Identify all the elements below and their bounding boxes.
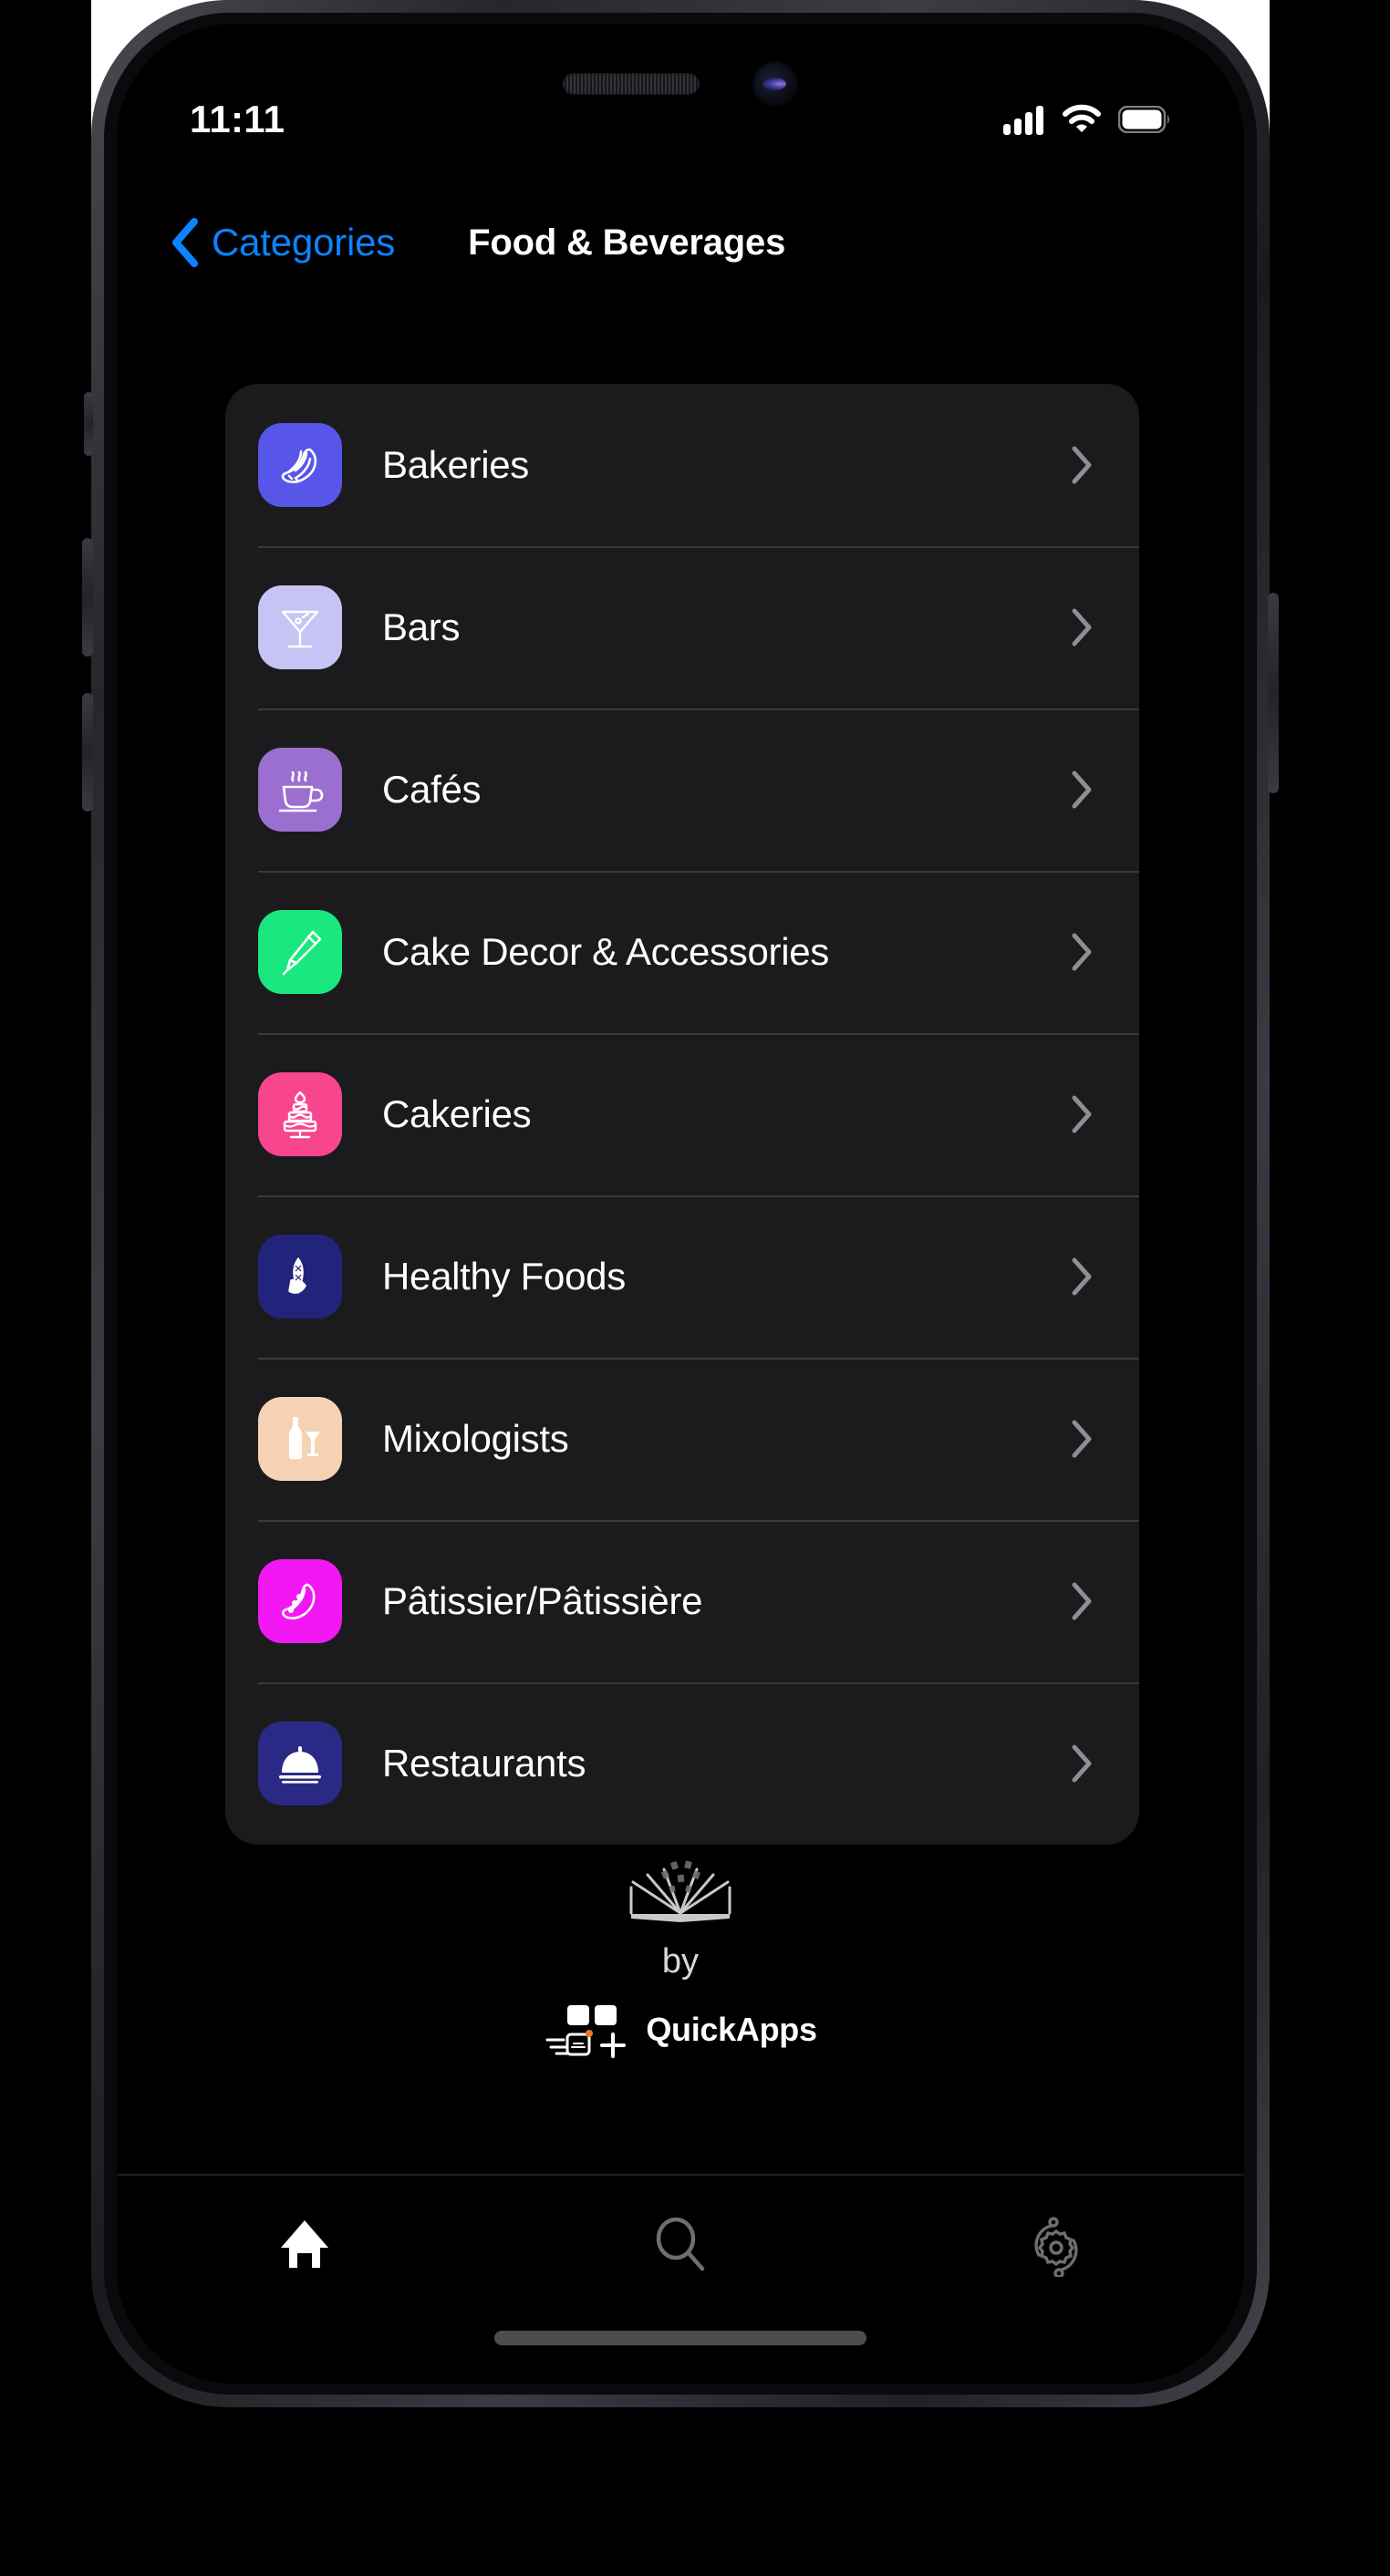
list-item[interactable]: Pâtissier/Pâtissière bbox=[225, 1520, 1139, 1682]
volume-down-button[interactable] bbox=[82, 693, 93, 812]
chevron-right-icon bbox=[1072, 1744, 1092, 1783]
page-root: 11:11 Categories Food & Beverages Bakeri… bbox=[0, 0, 1390, 2576]
backdrop-right bbox=[1270, 0, 1390, 2252]
footer-by-label: by bbox=[661, 1942, 700, 1981]
chevron-left-icon bbox=[172, 218, 198, 267]
battery-full-icon bbox=[1118, 106, 1169, 133]
front-camera-icon bbox=[752, 61, 798, 107]
tab-search[interactable] bbox=[493, 2176, 868, 2312]
home-indicator[interactable] bbox=[494, 2331, 866, 2345]
coffee-cup-icon bbox=[258, 748, 342, 832]
notch bbox=[489, 40, 872, 128]
mute-switch[interactable] bbox=[84, 392, 93, 456]
chevron-right-icon bbox=[1072, 1420, 1092, 1458]
status-time: 11:11 bbox=[190, 98, 285, 140]
open-book-icon bbox=[629, 1860, 731, 1922]
footer-brand-name: QuickApps bbox=[646, 2011, 817, 2048]
tab-settings[interactable] bbox=[868, 2176, 1244, 2312]
chevron-right-icon bbox=[1072, 1582, 1092, 1620]
list-item-label: Bars bbox=[382, 605, 461, 648]
speaker-grille-icon bbox=[563, 73, 700, 95]
bottle-glass-icon bbox=[258, 1397, 342, 1481]
phone-screen: 11:11 Categories Food & Beverages Bakeri… bbox=[117, 24, 1244, 2384]
list-item[interactable]: Cake Decor & Accessories bbox=[225, 871, 1139, 1033]
list-item-label: Cafés bbox=[382, 768, 482, 811]
power-button[interactable] bbox=[1268, 593, 1279, 793]
phone-frame: 11:11 Categories Food & Beverages Bakeri… bbox=[82, 0, 1279, 2407]
status-icons bbox=[1003, 104, 1171, 135]
list-item-label: Healthy Foods bbox=[382, 1255, 626, 1298]
list-item-label: Bakeries bbox=[382, 443, 530, 486]
list-item[interactable]: Healthy Foods bbox=[225, 1195, 1139, 1358]
list-item[interactable]: Cakeries bbox=[225, 1033, 1139, 1195]
fruit-icon bbox=[258, 1235, 342, 1319]
gear-icon bbox=[1034, 2217, 1078, 2277]
back-button-label: Categories bbox=[212, 221, 396, 264]
chevron-right-icon bbox=[1072, 1095, 1092, 1133]
croissant-icon bbox=[258, 1559, 342, 1643]
back-button[interactable]: Categories bbox=[170, 218, 395, 267]
list-item-label: Pâtissier/Pâtissière bbox=[382, 1579, 703, 1622]
chevron-right-icon bbox=[1072, 933, 1092, 971]
search-icon bbox=[656, 2217, 705, 2271]
wifi-icon bbox=[1063, 104, 1101, 132]
list-item[interactable]: Mixologists bbox=[225, 1358, 1139, 1520]
cloche-icon bbox=[258, 1722, 342, 1805]
nav-bar: Categories Food & Beverages bbox=[117, 192, 1244, 293]
list-item[interactable]: Restaurants bbox=[225, 1682, 1139, 1845]
chevron-right-icon bbox=[1072, 608, 1092, 647]
chevron-right-icon bbox=[1072, 1257, 1092, 1296]
piping-bag-icon bbox=[258, 910, 342, 994]
backdrop-left bbox=[0, 0, 91, 2252]
tab-home[interactable] bbox=[117, 2176, 493, 2312]
list-item-label: Cake Decor & Accessories bbox=[382, 930, 829, 973]
list-item-label: Restaurants bbox=[382, 1742, 586, 1785]
footer-branding: by QuickApps bbox=[117, 1857, 1244, 2058]
list-item-label: Mixologists bbox=[382, 1417, 569, 1460]
cocktail-glass-icon bbox=[258, 585, 342, 669]
cellular-signal-icon bbox=[1003, 106, 1043, 135]
list-item[interactable]: Cafés bbox=[225, 709, 1139, 871]
category-list-card: Bakeries Bars Cafés Cake Decor & Accesso… bbox=[225, 384, 1139, 1845]
croissant-icon bbox=[258, 423, 342, 507]
tab-bar bbox=[117, 2174, 1244, 2312]
tiered-cake-icon bbox=[258, 1072, 342, 1156]
list-item[interactable]: Bars bbox=[225, 546, 1139, 709]
footer-brand-lockup: QuickApps bbox=[544, 2002, 817, 2058]
list-item-label: Cakeries bbox=[382, 1092, 532, 1135]
volume-up-button[interactable] bbox=[82, 538, 93, 657]
home-icon bbox=[281, 2220, 328, 2268]
page-title: Food & Beverages bbox=[468, 222, 786, 263]
chevron-right-icon bbox=[1072, 446, 1092, 484]
chevron-right-icon bbox=[1072, 771, 1092, 809]
quickapps-logo-icon bbox=[545, 2005, 627, 2058]
list-item[interactable]: Bakeries bbox=[225, 384, 1139, 546]
